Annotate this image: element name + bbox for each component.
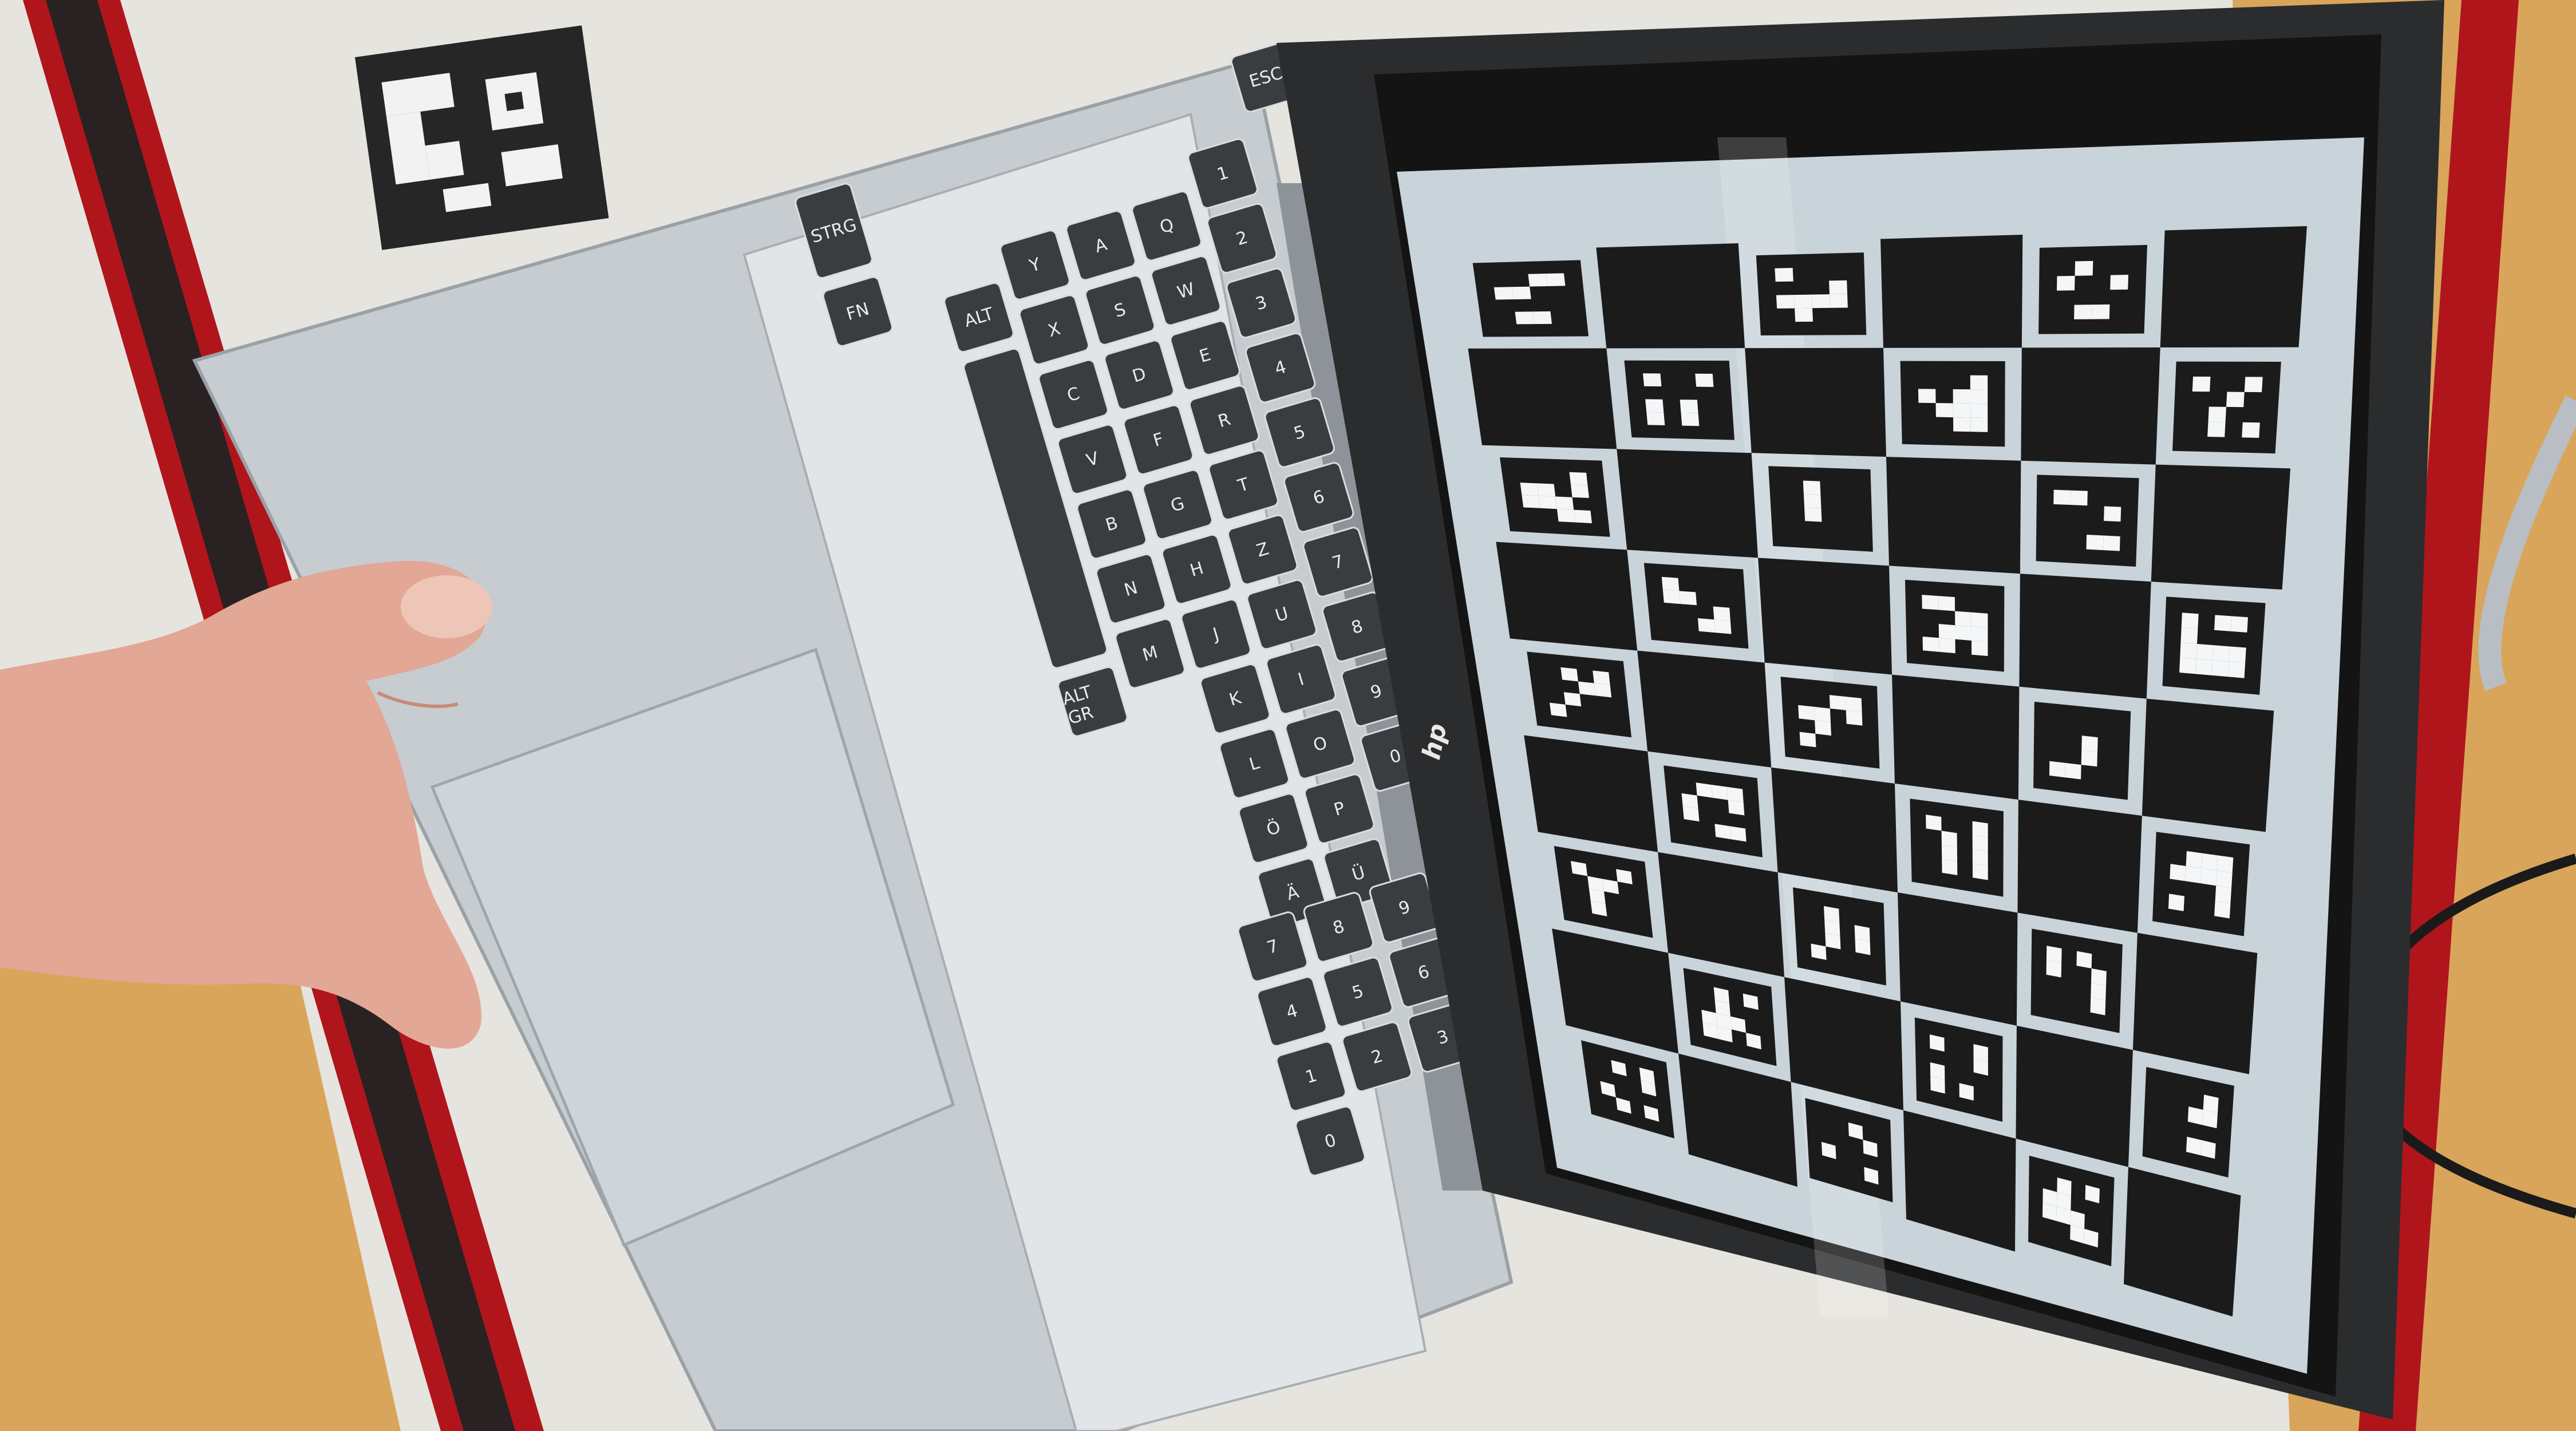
hand (0, 560, 492, 1049)
photo-scene: 1234567890QWERTZUIOPÜASDFGHJKLÖÄYXCVBNMS… (0, 0, 2576, 1431)
